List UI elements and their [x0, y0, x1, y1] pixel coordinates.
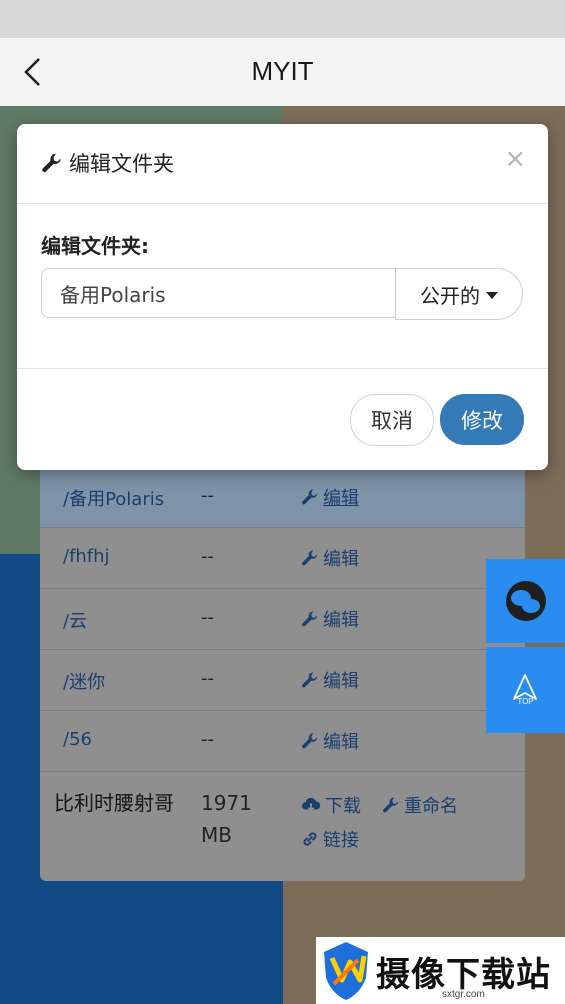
dialog-title: 编辑文件夹 [41, 148, 174, 178]
edit-button[interactable]: 编辑 [301, 667, 359, 693]
rocket-icon [513, 674, 537, 700]
visibility-dropdown[interactable]: 公开的 [395, 268, 523, 320]
folder-size: -- [201, 668, 214, 689]
field-label: 编辑文件夹: [41, 234, 149, 258]
download-button[interactable]: 下载 [301, 792, 361, 818]
file-size: 1971 MB [201, 791, 252, 847]
edit-button[interactable]: 编辑 [301, 728, 359, 754]
page-title: MYIT [251, 56, 314, 86]
nav-bar: MYIT [0, 38, 565, 107]
divider [17, 368, 548, 369]
link-button[interactable]: 链接 [301, 826, 359, 852]
logo-icon [324, 942, 368, 1000]
folder-name[interactable]: /云 [63, 607, 87, 633]
folder-name-input[interactable] [41, 268, 395, 318]
cancel-button[interactable]: 取消 [350, 394, 434, 446]
close-icon[interactable]: × [504, 146, 526, 172]
folder-name[interactable]: /备用Polaris [63, 485, 164, 511]
folder-size: -- [201, 546, 214, 567]
edit-button[interactable]: 编辑 [301, 484, 359, 510]
wrench-icon [302, 611, 318, 627]
list-item[interactable]: /备用Polaris -- 编辑 [40, 466, 525, 527]
folder-name[interactable]: /迷你 [63, 668, 105, 694]
cloud-download-icon [302, 797, 321, 812]
list-item[interactable]: /迷你 -- 编辑 [40, 649, 525, 710]
folder-name[interactable]: /56 [63, 729, 92, 750]
rename-button[interactable]: 重命名 [382, 792, 458, 818]
top-label: TOP [517, 697, 534, 706]
back-to-top-button[interactable]: TOP [486, 647, 565, 733]
folder-size: -- [201, 729, 214, 750]
watermark-url: sxtgr.com [442, 989, 485, 1000]
file-row: 比利时腰射哥 1971 MB 下载 重命名 链接 [40, 771, 525, 867]
link-icon [303, 832, 317, 846]
list-item[interactable]: /fhfhj -- 编辑 [40, 527, 525, 588]
edit-button[interactable]: 编辑 [301, 545, 359, 571]
status-bar [0, 0, 565, 38]
wrench-icon [383, 797, 399, 813]
caret-down-icon [486, 291, 498, 299]
edit-button[interactable]: 编辑 [301, 606, 359, 632]
folder-list: /备用Polaris -- 编辑 /fhfhj -- 编辑 /云 -- 编辑 /… [40, 466, 525, 881]
wrench-icon [42, 153, 61, 173]
watermark: 摄像下载站 sxtgr.com [316, 937, 565, 1004]
wechat-icon [506, 581, 546, 621]
wrench-icon [302, 733, 318, 749]
dialog-header: 编辑文件夹 × [17, 124, 548, 204]
folder-size: -- [201, 485, 214, 506]
wrench-icon [302, 550, 318, 566]
folder-size: -- [201, 607, 214, 628]
list-item[interactable]: /56 -- 编辑 [40, 710, 525, 771]
wrench-icon [302, 489, 318, 505]
list-item[interactable]: /云 -- 编辑 [40, 588, 525, 649]
edit-folder-dialog: 编辑文件夹 × 编辑文件夹: 公开的 取消 修改 [17, 124, 548, 470]
wrench-icon [302, 672, 318, 688]
wechat-button[interactable] [486, 559, 565, 643]
file-name: 比利时腰射哥 [54, 791, 174, 815]
confirm-button[interactable]: 修改 [440, 394, 524, 445]
folder-name[interactable]: /fhfhj [63, 546, 110, 567]
